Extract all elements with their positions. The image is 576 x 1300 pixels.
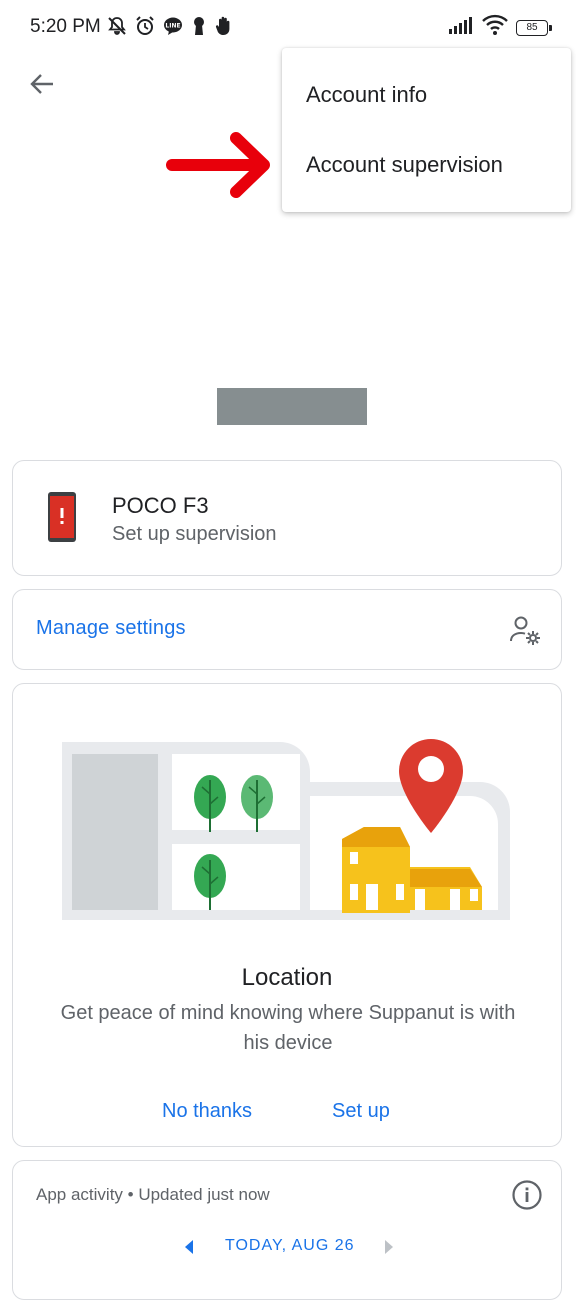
svg-text:LINE: LINE (165, 23, 180, 30)
device-card[interactable]: POCO F3 Set up supervision (12, 460, 562, 576)
signal-icon (448, 15, 474, 40)
app-activity-label: App activity • Updated just now (36, 1185, 270, 1204)
back-button[interactable] (22, 64, 62, 104)
device-name: POCO F3 (112, 493, 209, 518)
phone-alert-icon (47, 491, 77, 548)
overflow-menu: Account info Account supervision (282, 48, 571, 212)
date-label: TODAY, AUG 26 (225, 1237, 355, 1254)
status-icons-right: 85 (448, 14, 552, 41)
app-activity-card: App activity • Updated just now TODAY, A… (12, 1160, 562, 1300)
redacted-profile-name (217, 388, 367, 425)
red-arrow-annotation (160, 130, 280, 200)
manage-settings-label: Manage settings (36, 617, 186, 639)
previous-day-button[interactable] (183, 1239, 195, 1260)
keyhole-icon (190, 15, 208, 42)
alarm-icon (134, 15, 156, 42)
user-settings-icon (509, 614, 541, 651)
status-icons-left: LINE (106, 15, 234, 42)
line-app-icon: LINE (162, 15, 184, 42)
menu-item-account-info[interactable]: Account info (306, 82, 427, 108)
location-illustration (60, 734, 518, 939)
date-navigator: TODAY, AUG 26 (13, 1237, 561, 1259)
location-title: Location (241, 964, 333, 991)
caret-left-icon (185, 1240, 193, 1254)
mute-bell-icon (106, 15, 128, 42)
next-day-button[interactable] (383, 1239, 395, 1260)
caret-right-icon (385, 1240, 393, 1254)
set-up-button[interactable]: Set up (332, 1100, 390, 1123)
info-icon[interactable] (511, 1179, 543, 1216)
location-card: Location Get peace of mind knowing where… (12, 683, 562, 1147)
no-thanks-button[interactable]: No thanks (162, 1100, 252, 1123)
menu-item-account-supervision[interactable]: Account supervision (306, 152, 503, 178)
wifi-icon (482, 14, 508, 41)
manage-settings-card[interactable]: Manage settings (12, 589, 562, 670)
location-description: Get peace of mind knowing where Suppanut… (60, 1002, 516, 1054)
device-status: Set up supervision (112, 523, 277, 545)
battery-icon: 85 (516, 19, 552, 36)
status-time: 5:20 PM (30, 16, 101, 37)
hand-icon (214, 15, 234, 42)
arrow-back-icon (30, 74, 53, 94)
